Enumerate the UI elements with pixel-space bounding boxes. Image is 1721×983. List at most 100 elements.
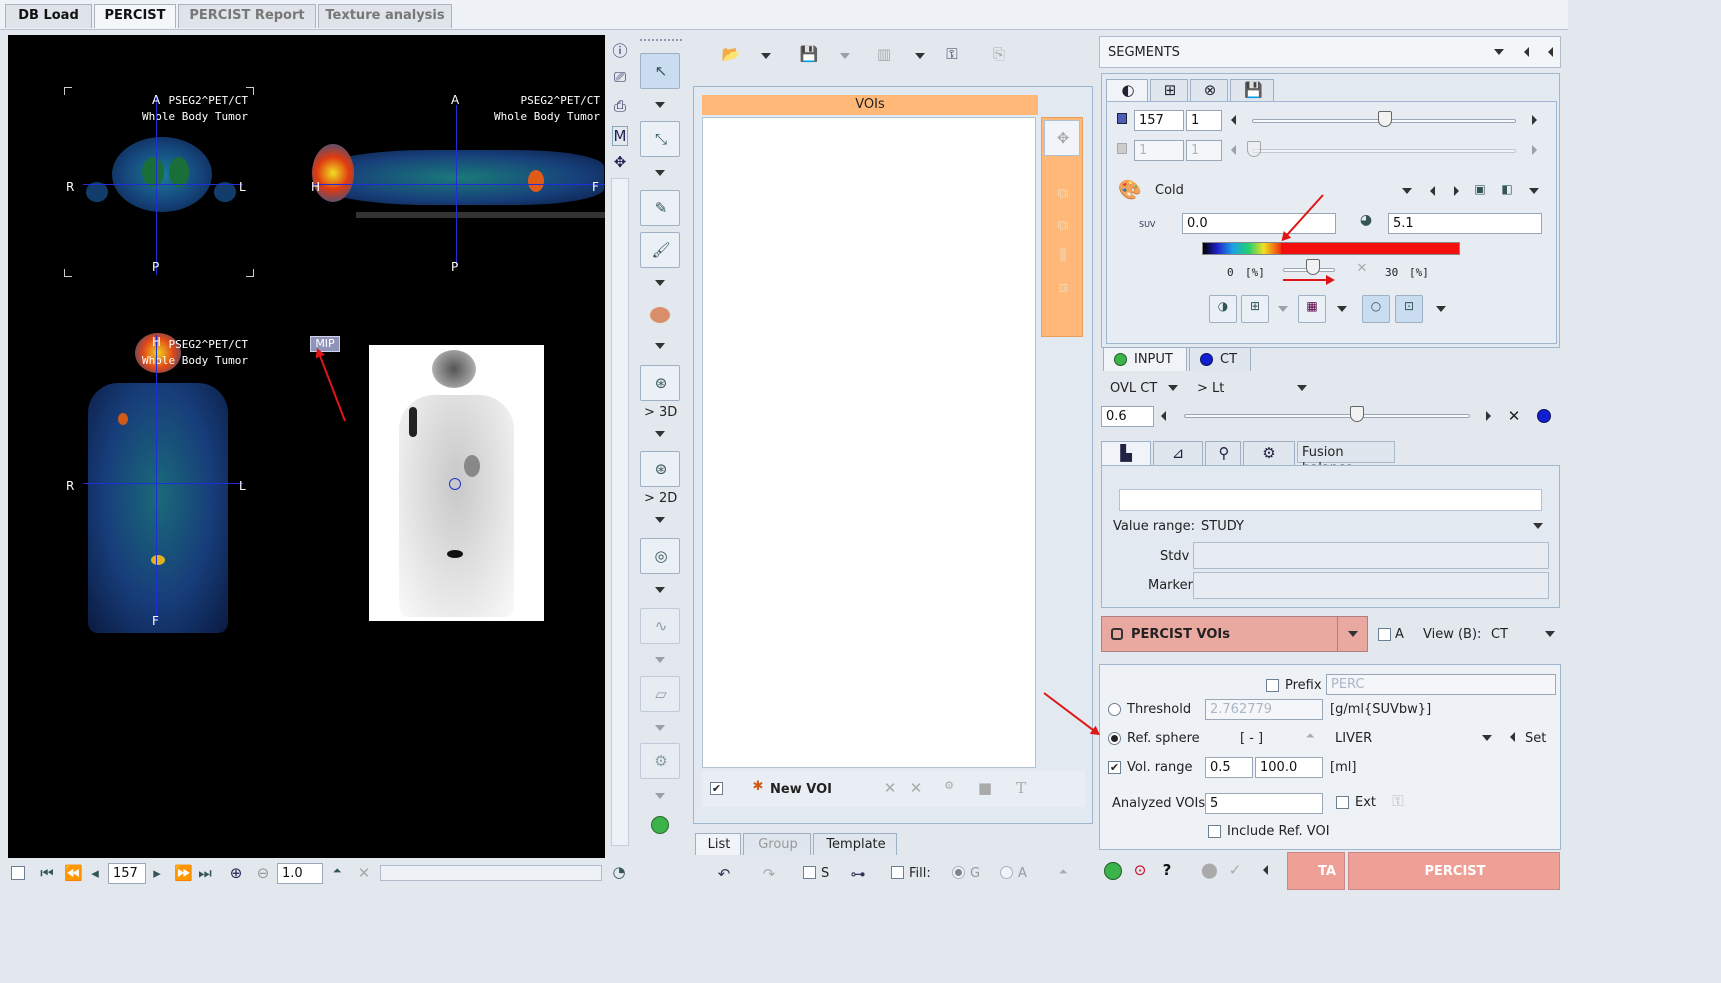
zoom-up-icon[interactable]: ⏶ (330, 864, 344, 878)
tab-percist[interactable]: PERCIST (94, 4, 176, 28)
pencil-tool-button[interactable]: ✎ (640, 190, 680, 226)
save-icon[interactable]: 💾 (798, 45, 820, 63)
export-icon[interactable]: ⎘ (988, 45, 1010, 63)
open-icon[interactable]: 📂 (720, 45, 742, 63)
horizontal-scrollbar[interactable] (380, 865, 602, 881)
tab-tools[interactable]: ⚙ (1243, 441, 1295, 465)
colorbar[interactable] (1202, 242, 1460, 255)
info-icon[interactable]: ⓘ (612, 40, 628, 61)
tab-ct[interactable]: CT (1189, 347, 1251, 371)
auto-3d-button[interactable]: ⊛ (640, 365, 680, 401)
mip-toggle-icon[interactable]: M (612, 126, 628, 146)
fusion-next[interactable] (1486, 411, 1491, 421)
smooth-tool-button[interactable]: ∿ (640, 608, 680, 644)
label-dropdown[interactable] (1436, 306, 1446, 312)
voi-move-button[interactable]: ✥ (1044, 120, 1080, 156)
grid-button[interactable]: ▦ (1298, 295, 1326, 323)
ref-sphere-value[interactable]: LIVER (1335, 731, 1372, 747)
frame2-slider[interactable] (1252, 149, 1516, 153)
outline-dropdown[interactable] (655, 587, 665, 593)
print-icon[interactable]: ⎙ (612, 97, 628, 115)
value-range-dropdown[interactable] (1533, 523, 1543, 529)
vol-max-field[interactable]: 100.0 (1255, 757, 1323, 778)
ovl-mode-dropdown[interactable] (1297, 385, 1307, 391)
crosshair-icon[interactable]: ✥ (612, 153, 628, 171)
help-icon[interactable]: ? (1159, 861, 1175, 879)
collapse-icon[interactable] (1104, 862, 1122, 880)
stop-icon[interactable]: ⬤ (1201, 861, 1218, 879)
tab-db-load[interactable]: DB Load (5, 4, 92, 28)
reset-zoom-icon[interactable]: ✕ (357, 864, 371, 882)
smooth-dropdown[interactable] (655, 657, 665, 663)
frame-prev[interactable] (1231, 115, 1236, 125)
morph-tool-button[interactable]: ⚙ (640, 743, 680, 779)
zoom-in-icon[interactable]: ⊕ (228, 864, 244, 882)
set-button[interactable]: Set (1525, 731, 1546, 747)
next-slice-icon[interactable]: ▸ (150, 864, 164, 882)
tab-voi-template[interactable]: Template (813, 833, 897, 855)
statistics-icon[interactable]: ▥ (873, 45, 895, 63)
mip-view[interactable] (369, 345, 544, 621)
ovl-mode[interactable]: > Lt (1197, 381, 1224, 397)
image-viewer[interactable]: PSEG2^PET/CT Whole Body Tumor A P R L PSE… (8, 35, 605, 858)
tab-voi-list[interactable]: List (695, 833, 741, 855)
tab-histogram[interactable]: ▙ (1101, 441, 1151, 465)
fusion-color-icon[interactable] (1537, 409, 1551, 423)
frame-next[interactable] (1532, 115, 1537, 125)
prefix-field[interactable]: PERC (1326, 674, 1556, 695)
fusion-slider[interactable] (1184, 414, 1470, 418)
ovl-dropdown[interactable] (1168, 385, 1178, 391)
tab-profile[interactable]: ⊿ (1153, 441, 1203, 465)
percist-vois-dropdown[interactable] (1337, 617, 1368, 651)
frame2-prev[interactable] (1231, 145, 1236, 155)
threshold-reset-icon[interactable]: ✕ (1355, 261, 1369, 276)
prev-slice-icon[interactable]: ◂ (88, 864, 102, 882)
fill-checkbox[interactable] (891, 866, 904, 879)
brush-tool-button[interactable]: 🖌 (640, 232, 680, 268)
fill-g-radio[interactable] (952, 866, 965, 879)
frame-field[interactable]: 157 (1134, 110, 1184, 131)
fast-back-icon[interactable]: ⏪ (64, 864, 83, 882)
segments-collapse[interactable] (1548, 47, 1553, 57)
analyzed-vois-field[interactable]: 5 (1205, 793, 1323, 814)
box-tool-button[interactable]: ▱ (640, 676, 680, 712)
check-icon[interactable]: ✓ (1227, 861, 1243, 879)
label-button[interactable]: ⊡ (1395, 295, 1423, 323)
paste-voi-icon[interactable]: ⧉ (1054, 216, 1072, 234)
zoom-field[interactable]: 1.0 (277, 863, 323, 884)
auto-2d-dropdown[interactable] (655, 517, 665, 523)
sphere-tool-icon[interactable] (650, 307, 670, 323)
redo-icon[interactable]: ↷ (760, 865, 778, 883)
select-tool-dropdown[interactable] (655, 102, 665, 108)
frame2-next[interactable] (1532, 145, 1537, 155)
copy-voi-icon[interactable]: ⧉ (1054, 184, 1072, 202)
min-value-field[interactable]: 0.0 (1182, 213, 1336, 234)
auto-3d-dropdown[interactable] (655, 431, 665, 437)
s-checkbox[interactable] (803, 866, 816, 879)
palette-icon[interactable]: 🎨 (1118, 178, 1142, 201)
view-b-value[interactable]: CT (1491, 627, 1508, 643)
first-slice-icon[interactable]: ⏮ (40, 864, 54, 882)
delete-all-voi-icon[interactable]: ✕ (908, 779, 924, 797)
save-dropdown[interactable] (840, 53, 850, 59)
invert-icon[interactable]: ▣ (1472, 182, 1488, 196)
vol-min-field[interactable]: 0.5 (1205, 757, 1253, 778)
ta-button[interactable]: TA (1287, 852, 1345, 890)
expand-tools-icon[interactable] (651, 816, 669, 834)
frame2-field[interactable]: 1 (1134, 140, 1184, 161)
segments-dropdown[interactable] (1494, 49, 1504, 55)
vol-range-checkbox[interactable]: ✔ (1108, 761, 1121, 774)
tab-voi-group[interactable]: Group (743, 833, 811, 855)
segments-selector[interactable]: SEGMENTS (1099, 36, 1561, 68)
fusion-value-field[interactable]: 0.6 (1101, 406, 1154, 427)
value-range-value[interactable]: STUDY (1201, 519, 1244, 535)
colormap-3d-icon[interactable]: ◧ (1499, 182, 1515, 196)
arrange-button[interactable]: ⊞ (1241, 295, 1269, 323)
max-lock-icon[interactable]: ◕ (1357, 212, 1375, 228)
edit-contour-dropdown[interactable] (655, 170, 665, 176)
sphere-dropdown[interactable] (655, 343, 665, 349)
percist-a-checkbox[interactable] (1378, 628, 1391, 641)
last-slice-icon[interactable]: ⏭ (198, 864, 212, 882)
viewer-checkbox[interactable] (11, 866, 25, 880)
fill-up-icon[interactable]: ⏶ (1056, 865, 1070, 879)
